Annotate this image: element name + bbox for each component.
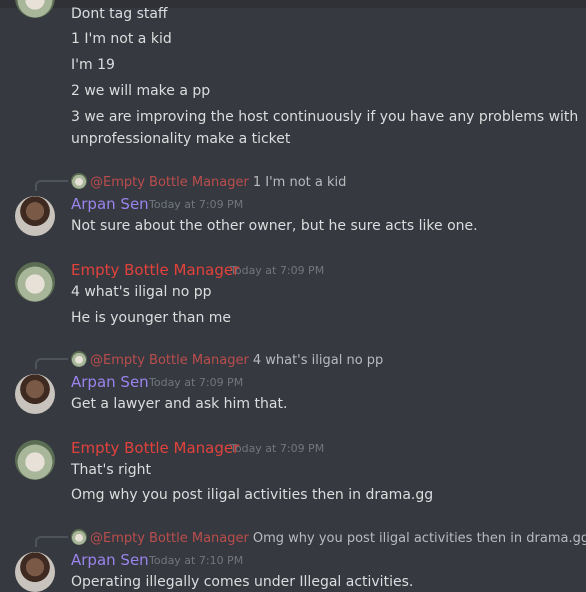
- reply-spine: [35, 180, 68, 191]
- reply-mention[interactable]: @Empty Bottle Manager: [90, 531, 249, 546]
- avatar[interactable]: [15, 196, 55, 236]
- reply-text: 1 I'm not a kid: [252, 175, 347, 190]
- author-name[interactable]: Arpan Sen: [71, 194, 149, 214]
- avatar[interactable]: [15, 552, 55, 592]
- message-line: Get a lawyer and ask him that.: [71, 396, 288, 412]
- avatar[interactable]: [15, 440, 55, 480]
- reply-text: 4 what's iligal no pp: [252, 353, 384, 368]
- reply-spine: [35, 536, 68, 547]
- avatar[interactable]: [15, 374, 55, 414]
- author-name[interactable]: Empty Bottle Manager: [71, 260, 239, 280]
- timestamp: Today at 7:09 PM: [149, 198, 244, 211]
- author-name[interactable]: Arpan Sen: [71, 372, 149, 392]
- reply-spine: [35, 358, 68, 369]
- message-line: Operating illegally comes under Illegal …: [71, 574, 414, 590]
- message-line: That's right: [71, 462, 151, 478]
- message-line: He is younger than me: [71, 310, 232, 326]
- message-line: I'm 19: [71, 57, 115, 73]
- author-name[interactable]: Arpan Sen: [71, 550, 149, 570]
- reply-avatar: [71, 529, 87, 545]
- reply-preview[interactable]: @Empty Bottle Manager 4 what's iligal no …: [71, 351, 383, 369]
- timestamp: Today at 7:09 PM: [230, 264, 325, 277]
- message-line: 3 we are improving the host continuously…: [71, 109, 579, 125]
- reply-avatar: [71, 351, 87, 367]
- message-line: 4 what's iligal no pp: [71, 284, 212, 300]
- timestamp: Today at 7:09 PM: [149, 376, 244, 389]
- timestamp: Today at 7:10 PM: [149, 554, 244, 567]
- avatar[interactable]: [15, 0, 55, 18]
- avatar[interactable]: [15, 262, 55, 302]
- message-line: 1 I'm not a kid: [71, 31, 172, 47]
- message-line: Dont tag staff: [71, 6, 168, 22]
- message-line: 2 we will make a pp: [71, 83, 211, 99]
- reply-mention[interactable]: @Empty Bottle Manager: [90, 353, 249, 368]
- reply-text: Omg why you post iligal activities then …: [252, 531, 586, 546]
- reply-mention[interactable]: @Empty Bottle Manager: [90, 175, 249, 190]
- message-line: Not sure about the other owner, but he s…: [71, 218, 478, 234]
- reply-avatar: [71, 173, 87, 189]
- timestamp: Today at 7:09 PM: [230, 442, 325, 455]
- reply-preview[interactable]: @Empty Bottle Manager 1 I'm not a kid: [71, 173, 346, 191]
- author-name[interactable]: Empty Bottle Manager: [71, 438, 239, 458]
- message-line: Omg why you post iligal activities then …: [71, 487, 434, 503]
- reply-preview[interactable]: @Empty Bottle Manager Omg why you post il…: [71, 529, 586, 547]
- message-line: unprofessionality make a ticket: [71, 131, 291, 147]
